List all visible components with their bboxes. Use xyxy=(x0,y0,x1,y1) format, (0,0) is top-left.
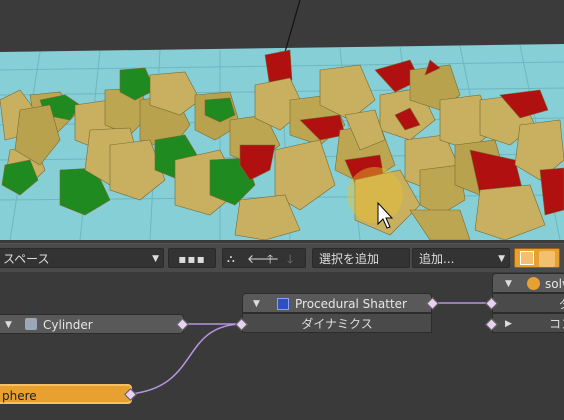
scene-render xyxy=(0,0,564,240)
solver-row2-label: コン xyxy=(549,317,564,331)
shatter-node-icon xyxy=(277,298,289,310)
solver-input-row-2[interactable]: ▶ コン xyxy=(492,313,564,333)
solver-row1-label: ダ xyxy=(559,294,564,314)
keyframe-toggle-group[interactable] xyxy=(514,248,560,268)
add-selected-label: 選択を追加 xyxy=(319,252,380,266)
navigation-buttons: ⛬ 🡐 🡑 🡓 xyxy=(222,248,306,268)
collapse-triangle-icon[interactable]: ▼ xyxy=(505,274,512,294)
solver-node-icon xyxy=(527,277,540,290)
3d-viewport[interactable] xyxy=(0,0,564,240)
grid-icon: ▪▪▪ xyxy=(178,252,206,266)
solver-node-title: solv xyxy=(545,277,564,291)
dynamics-input-label: ダイナミクス xyxy=(301,317,373,331)
workspace-dropdown[interactable]: スペース ▼ xyxy=(0,248,164,268)
dynamics-input-row[interactable]: ダイナミクス xyxy=(242,313,432,333)
solver-node[interactable]: ▼ solv xyxy=(492,273,564,293)
workspace-dropdown-label: スペース xyxy=(3,252,50,266)
procedural-shatter-title: Procedural Shatter xyxy=(295,297,407,311)
grid-layout-button[interactable]: ▪▪▪ xyxy=(168,248,216,268)
selection-highlight xyxy=(347,167,403,223)
arrow-left-icon[interactable]: 🡐 xyxy=(247,249,279,269)
add-dropdown[interactable]: 追加... ▼ xyxy=(412,248,510,268)
schematic-toolbar: スペース ▼ ▪▪▪ ⛬ 🡐 🡑 🡓 選択を追加 追加... ▼ xyxy=(0,243,564,272)
sphere-node[interactable]: phere xyxy=(0,384,132,404)
hierarchy-icon[interactable]: ⛬ xyxy=(227,249,235,269)
arrow-down-icon[interactable]: 🡓 xyxy=(287,249,293,269)
expand-triangle-icon[interactable]: ▶ xyxy=(505,314,512,334)
add-dropdown-label: 追加... xyxy=(419,252,455,266)
sphere-node-title: phere xyxy=(2,389,37,403)
cylinder-node-title: Cylinder xyxy=(43,318,93,332)
solver-input-row-1[interactable]: ダ xyxy=(492,293,564,313)
collapse-triangle-icon[interactable]: ▼ xyxy=(5,315,12,335)
circle-key-icon[interactable] xyxy=(539,251,555,267)
axis-line xyxy=(284,0,301,53)
procedural-shatter-node[interactable]: ▼ Procedural Shatter xyxy=(242,293,432,313)
collapse-triangle-icon[interactable]: ▼ xyxy=(253,294,260,314)
mesh-item-icon xyxy=(25,318,37,330)
schematic-graph[interactable]: ▼ Cylinder phere ▼ Procedural Shatter ダイ… xyxy=(0,272,564,420)
chevron-down-icon: ▼ xyxy=(498,254,505,264)
chevron-down-icon: ▼ xyxy=(152,254,159,264)
add-selected-button[interactable]: 選択を追加 xyxy=(312,248,410,268)
diamond-key-icon[interactable] xyxy=(520,251,534,265)
arrow-up-icon[interactable]: 🡑 xyxy=(267,249,273,269)
cylinder-node[interactable]: ▼ Cylinder xyxy=(0,314,184,334)
